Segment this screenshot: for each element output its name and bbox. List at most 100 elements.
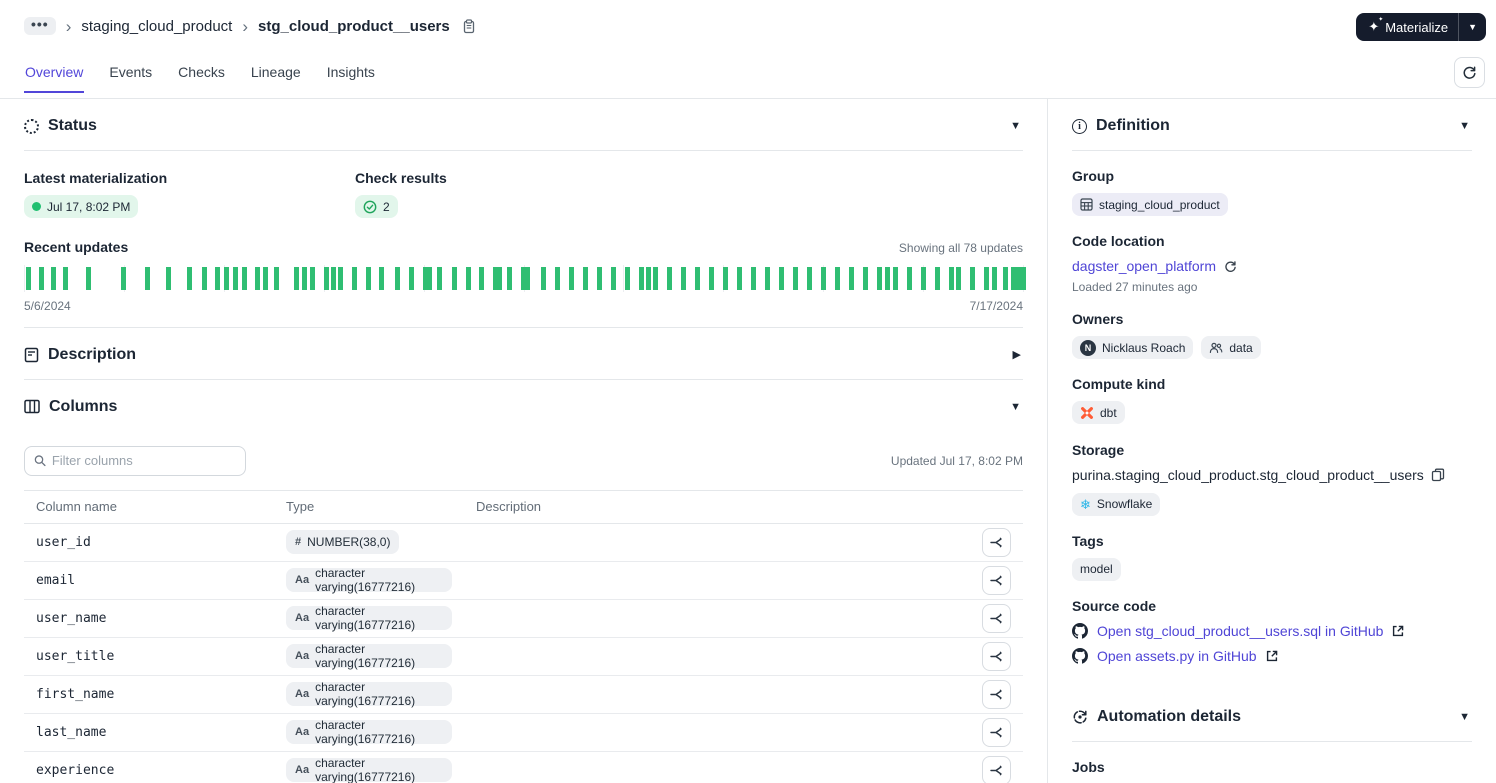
asset-details-page: ••• › staging_cloud_product › stg_cloud_…	[0, 0, 1496, 783]
owner-user-name: Nicklaus Roach	[1102, 340, 1186, 355]
copy-storage-path-icon[interactable]	[1431, 468, 1445, 482]
column-description	[464, 599, 970, 638]
column-lineage-button[interactable]	[982, 641, 1011, 671]
group-label: Group	[1072, 168, 1114, 184]
column-lineage-button[interactable]	[982, 565, 1011, 595]
lineage-icon	[989, 764, 1002, 776]
tag-badge[interactable]: model	[1072, 557, 1121, 581]
source-sql-github-link[interactable]: Open stg_cloud_product__users.sql in Git…	[1097, 623, 1383, 639]
type-label: character varying(16777216)	[315, 604, 416, 632]
dbt-icon	[1081, 406, 1093, 419]
column-lineage-button[interactable]	[982, 527, 1011, 557]
type-label: character varying(16777216)	[315, 680, 416, 708]
columns-table: Column name Type Description user_id # NU…	[24, 489, 1023, 783]
tab-overview[interactable]: Overview	[24, 60, 85, 93]
description-expand-caret[interactable]: ▶	[1013, 348, 1021, 361]
filter-columns-input[interactable]	[51, 453, 236, 468]
reload-icon[interactable]	[1224, 260, 1237, 273]
table-row: user_name Aa character varying(16777216)	[24, 599, 1023, 638]
snowflake-icon: ❄	[1080, 496, 1091, 512]
column-lineage-button[interactable]	[982, 603, 1011, 633]
string-type-icon: Aa	[295, 612, 310, 624]
type-badge: Aa character varying(16777216)	[286, 604, 452, 632]
success-dot-icon	[32, 202, 41, 211]
string-type-icon: Aa	[295, 574, 310, 586]
tags-label: Tags	[1072, 532, 1104, 549]
owner-team-badge[interactable]: data	[1201, 336, 1261, 359]
compute-kind-badge[interactable]: dbt	[1072, 401, 1125, 424]
filter-columns-field[interactable]	[24, 445, 246, 476]
storage-label: Storage	[1072, 441, 1125, 458]
columns-collapse-caret[interactable]: ▼	[1010, 401, 1021, 413]
refresh-button[interactable]	[1454, 57, 1485, 88]
code-location-loaded-text: Loaded 27 minutes ago	[1072, 280, 1198, 294]
automation-title: Automation details	[1097, 707, 1242, 725]
latest-materialization-badge[interactable]: Jul 17, 8:02 PM	[24, 195, 139, 218]
chevron-right-icon: ›	[65, 16, 72, 36]
columns-section-header: Columns ▼	[24, 380, 1023, 431]
group-badge[interactable]: staging_cloud_product	[1072, 193, 1228, 216]
check-results-value: 2	[383, 199, 390, 214]
breadcrumb-group-link[interactable]: staging_cloud_product	[81, 18, 232, 35]
compute-kind-label: Compute kind	[1072, 376, 1166, 392]
column-lineage-button[interactable]	[982, 679, 1011, 709]
code-location-label: Code location	[1072, 233, 1165, 249]
sparkle-icon: ✦	[1368, 16, 1383, 35]
lineage-icon	[989, 536, 1002, 548]
status-section-header: Status ▼	[24, 99, 1023, 150]
columns-title: Columns	[49, 397, 118, 415]
automation-collapse-caret[interactable]: ▼	[1459, 711, 1470, 723]
breadcrumb: ••• › staging_cloud_product › stg_cloud_…	[24, 17, 476, 35]
table-row: last_name Aa character varying(16777216)	[24, 713, 1023, 752]
code-location-link[interactable]: dagster_open_platform	[1072, 258, 1216, 274]
string-type-icon: Aa	[295, 726, 310, 738]
copy-asset-name-icon[interactable]	[462, 18, 476, 34]
type-badge: Aa character varying(16777216)	[286, 566, 452, 594]
lineage-icon	[989, 574, 1002, 586]
definition-section-header: i Definition ▼	[1072, 99, 1472, 150]
columns-icon	[24, 399, 40, 414]
status-title: Status	[48, 117, 97, 134]
jobs-label: Jobs	[1072, 758, 1105, 775]
check-results-badge[interactable]: 2	[355, 195, 398, 218]
table-row: user_id # NUMBER(38,0)	[24, 523, 1023, 562]
materialize-button[interactable]: ✦ Materialize	[1356, 13, 1458, 41]
string-type-icon: Aa	[295, 688, 310, 700]
tab-checks[interactable]: Checks	[177, 60, 226, 93]
group-grid-icon	[1080, 198, 1093, 211]
latest-materialization-label: Latest materialization	[24, 170, 168, 186]
source-assets-github-link[interactable]: Open assets.py in GitHub	[1097, 648, 1257, 664]
tab-insights[interactable]: Insights	[326, 60, 376, 93]
latest-materialization-value: Jul 17, 8:02 PM	[47, 199, 131, 214]
overview-main-panel: Status ▼ Latest materialization Jul 17, …	[0, 99, 1047, 783]
column-lineage-button[interactable]	[982, 717, 1011, 747]
string-type-icon: Aa	[295, 650, 310, 662]
column-name: user_title	[24, 637, 274, 676]
owner-user-badge[interactable]: N Nicklaus Roach	[1072, 336, 1194, 359]
column-description	[464, 523, 970, 562]
description-title: Description	[48, 345, 137, 363]
column-name: last_name	[24, 713, 274, 752]
storage-kind-badge[interactable]: ❄ Snowflake	[1072, 492, 1161, 516]
column-description	[464, 713, 970, 752]
col-header-description: Description	[464, 489, 970, 524]
type-badge: Aa character varying(16777216)	[286, 642, 452, 670]
owners-label: Owners	[1072, 311, 1124, 327]
type-badge: Aa character varying(16777216)	[286, 756, 452, 783]
recent-updates-timeline[interactable]	[24, 264, 1026, 292]
definition-collapse-caret[interactable]: ▼	[1459, 120, 1470, 132]
type-label: character varying(16777216)	[315, 566, 416, 594]
tab-events[interactable]: Events	[108, 60, 153, 93]
materialize-dropdown-button[interactable]: ▼	[1459, 13, 1486, 41]
search-icon	[34, 455, 46, 467]
check-circle-icon	[363, 200, 377, 213]
breadcrumb-ellipsis-button[interactable]: •••	[24, 17, 56, 35]
description-section-header: Description ▶	[24, 328, 1023, 379]
check-results-label: Check results	[355, 170, 447, 186]
col-header-actions	[970, 489, 1023, 524]
tab-lineage[interactable]: Lineage	[250, 60, 302, 93]
column-lineage-button[interactable]	[982, 755, 1011, 783]
table-row: first_name Aa character varying(16777216)	[24, 675, 1023, 714]
status-collapse-caret[interactable]: ▼	[1010, 120, 1021, 132]
storage-path: purina.staging_cloud_product.stg_cloud_p…	[1072, 466, 1424, 483]
